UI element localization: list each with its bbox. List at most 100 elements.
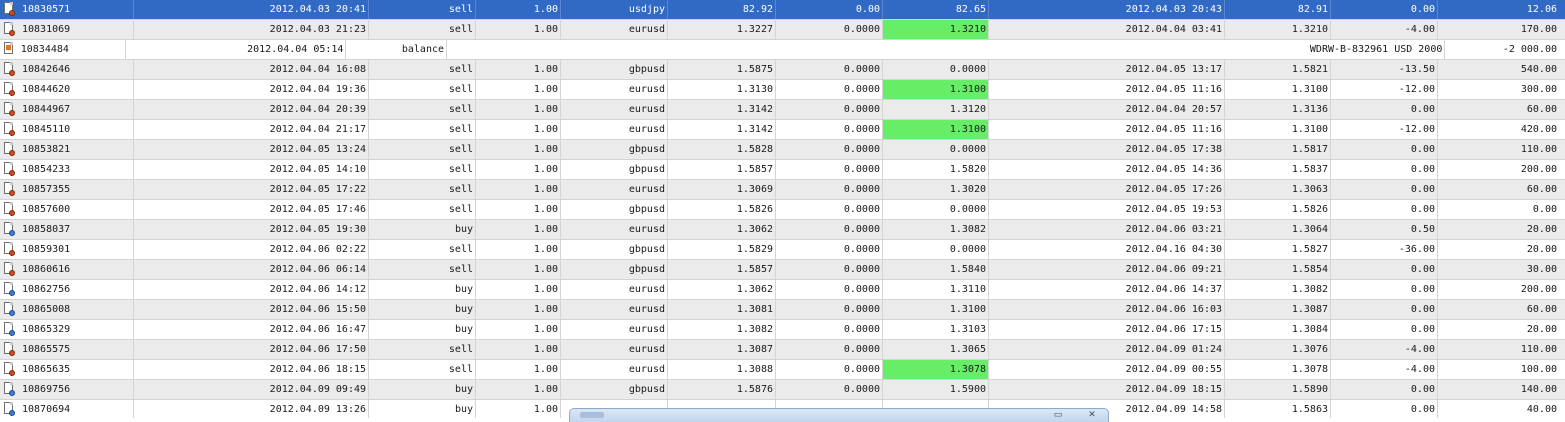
- commission-cell: 0.00: [1331, 400, 1438, 418]
- window-app-icon: [580, 412, 604, 418]
- table-row[interactable]: 10842646 2012.04.04 16:08 sell 1.00 gbpusd 1.…: [0, 60, 1565, 80]
- take-profit-cell: 1.3210: [883, 20, 989, 39]
- commission-cell: 0.00: [1331, 100, 1438, 119]
- close-price-cell: 1.5827: [1225, 240, 1331, 259]
- close-price-cell: 1.5826: [1225, 200, 1331, 219]
- table-row[interactable]: 10869756 2012.04.09 09:49 buy 1.00 gbpusd 1.5…: [0, 380, 1565, 400]
- open-time-cell: 2012.04.04 16:08: [134, 60, 369, 79]
- take-profit-cell: 0.0000: [883, 200, 989, 219]
- ticket-cell: 10865008: [20, 300, 134, 319]
- order-document-icon: [0, 160, 20, 179]
- order-document-icon: [0, 400, 20, 418]
- open-time-cell: 2012.04.06 16:47: [134, 320, 369, 339]
- table-row[interactable]: 10845110 2012.04.04 21:17 sell 1.00 eurusd 1.…: [0, 120, 1565, 140]
- order-document-icon: [0, 360, 20, 379]
- stop-loss-cell: 0.0000: [776, 160, 883, 179]
- table-row[interactable]: 10844967 2012.04.04 20:39 sell 1.00 eurusd 1.…: [0, 100, 1565, 120]
- type-cell: buy: [369, 220, 476, 239]
- size-cell: 1.00: [476, 340, 561, 359]
- table-row[interactable]: 10860616 2012.04.06 06:14 sell 1.00 gbpusd 1.…: [0, 260, 1565, 280]
- close-price-cell: 1.5863: [1225, 400, 1331, 418]
- type-cell: sell: [369, 260, 476, 279]
- close-price-cell: 1.3084: [1225, 320, 1331, 339]
- table-row[interactable]: 10844620 2012.04.04 19:36 sell 1.00 eurusd 1.…: [0, 80, 1565, 100]
- open-time-cell: 2012.04.04 20:39: [134, 100, 369, 119]
- ticket-cell: 10865575: [20, 340, 134, 359]
- close-price-cell: 1.5817: [1225, 140, 1331, 159]
- symbol-cell: eurusd: [561, 340, 668, 359]
- commission-cell: 0.00: [1331, 180, 1438, 199]
- stop-loss-cell: 0.0000: [776, 80, 883, 99]
- open-time-cell: 2012.04.04 21:17: [134, 120, 369, 139]
- table-row[interactable]: 10830571 2012.04.03 20:41 sell 1.00 usdjpy 82…: [0, 0, 1565, 20]
- symbol-cell: gbpusd: [561, 160, 668, 179]
- order-document-icon: [0, 320, 20, 339]
- open-price-cell: 1.5876: [668, 380, 776, 399]
- ticket-cell: 10854233: [20, 160, 134, 179]
- type-cell: sell: [369, 60, 476, 79]
- profit-cell: 0.00: [1532, 204, 1557, 215]
- close-price-cell: 1.3064: [1225, 220, 1331, 239]
- size-cell: 1.00: [476, 200, 561, 219]
- symbol-cell: gbpusd: [561, 60, 668, 79]
- commission-cell: 0.00: [1331, 320, 1438, 339]
- profit-cell: 110.00: [1520, 344, 1557, 355]
- commission-cell: 0.00: [1331, 160, 1438, 179]
- type-cell: balance: [346, 40, 448, 59]
- table-row[interactable]: 10857600 2012.04.05 17:46 sell 1.00 gbpusd 1.…: [0, 200, 1565, 220]
- profit-cell: 110.00: [1520, 144, 1557, 155]
- type-cell: buy: [369, 380, 476, 399]
- open-time-cell: 2012.04.09 09:49: [134, 380, 369, 399]
- open-time-cell: 2012.04.04 19:36: [134, 80, 369, 99]
- close-time-cell: 2012.04.05 17:26: [989, 180, 1225, 199]
- order-document-icon: [0, 140, 20, 159]
- open-price-cell: 1.5828: [668, 140, 776, 159]
- symbol-cell: gbpusd: [561, 200, 668, 219]
- open-price-cell: 1.3081: [668, 300, 776, 319]
- take-profit-cell: 1.3100: [883, 80, 989, 99]
- close-price-cell: 1.5854: [1225, 260, 1331, 279]
- table-row[interactable]: 10858037 2012.04.05 19:30 buy 1.00 eurusd 1.3…: [0, 220, 1565, 240]
- close-time-cell: 2012.04.16 04:30: [989, 240, 1225, 259]
- ticket-cell: 10844967: [20, 100, 134, 119]
- open-price-cell: 1.3087: [668, 340, 776, 359]
- table-row[interactable]: 10853821 2012.04.05 13:24 sell 1.00 gbpusd 1.…: [0, 140, 1565, 160]
- table-row[interactable]: 10865329 2012.04.06 16:47 buy 1.00 eurusd 1.3…: [0, 320, 1565, 340]
- table-row[interactable]: 10854233 2012.04.05 14:10 sell 1.00 gbpusd 1.…: [0, 160, 1565, 180]
- profit-cell: 60.00: [1526, 304, 1557, 315]
- table-row[interactable]: 10865008 2012.04.06 15:50 buy 1.00 eurusd 1.3…: [0, 300, 1565, 320]
- close-price-cell: 1.3210: [1225, 20, 1331, 39]
- ticket-cell: 10860616: [20, 260, 134, 279]
- symbol-cell: eurusd: [561, 320, 668, 339]
- commission-cell: -13.50: [1331, 60, 1438, 79]
- table-row[interactable]: 10865635 2012.04.06 18:15 sell 1.00 eurusd 1.…: [0, 360, 1565, 380]
- type-cell: sell: [369, 180, 476, 199]
- table-row[interactable]: 10831069 2012.04.03 21:23 sell 1.00 eurusd 1.…: [0, 20, 1565, 40]
- order-document-icon: [0, 300, 20, 319]
- close-time-cell: 2012.04.04 03:41: [989, 20, 1225, 39]
- profit-cell: 40.00: [1526, 404, 1557, 415]
- order-document-icon: [0, 240, 20, 259]
- open-time-cell: 2012.04.05 13:24: [134, 140, 369, 159]
- commission-cell: 0.50: [1331, 220, 1438, 239]
- symbol-cell: eurusd: [561, 180, 668, 199]
- table-row[interactable]: 10862756 2012.04.06 14:12 buy 1.00 eurusd 1.3…: [0, 280, 1565, 300]
- table-row[interactable]: 10859301 2012.04.06 02:22 sell 1.00 gbpusd 1.…: [0, 240, 1565, 260]
- table-row[interactable]: 10865575 2012.04.06 17:50 sell 1.00 eurusd 1.…: [0, 340, 1565, 360]
- close-time-cell: 2012.04.05 11:16: [989, 120, 1225, 139]
- symbol-cell: eurusd: [561, 80, 668, 99]
- table-row[interactable]: 10834484 2012.04.04 05:14 balance WDRW-B-83…: [0, 40, 1565, 60]
- open-time-cell: 2012.04.05 17:46: [134, 200, 369, 219]
- symbol-cell: gbpusd: [561, 260, 668, 279]
- close-price-cell: 1.3136: [1225, 100, 1331, 119]
- overlapping-window-titlebar[interactable]: ▭ ✕: [569, 408, 1109, 422]
- take-profit-cell: 82.65: [883, 0, 989, 19]
- open-time-cell: 2012.04.06 18:15: [134, 360, 369, 379]
- balance-comment-cell: WDRW-B-832961 USD 2000: [447, 40, 1446, 59]
- trade-history-table: 10830571 2012.04.03 20:41 sell 1.00 usdjpy 82…: [0, 0, 1565, 418]
- open-time-cell: 2012.04.06 02:22: [134, 240, 369, 259]
- table-row[interactable]: 10857355 2012.04.05 17:22 sell 1.00 eurusd 1.…: [0, 180, 1565, 200]
- open-time-cell: 2012.04.03 20:41: [134, 0, 369, 19]
- symbol-cell: gbpusd: [561, 140, 668, 159]
- open-time-cell: 2012.04.05 19:30: [134, 220, 369, 239]
